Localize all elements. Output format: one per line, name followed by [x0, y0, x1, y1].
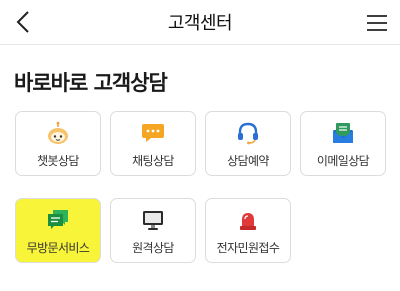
- monitor-icon: [143, 211, 163, 230]
- tile-reservation[interactable]: 상담예약: [205, 111, 291, 176]
- tile-e-complaint[interactable]: 전자민원접수: [205, 198, 291, 263]
- chat-bubble-icon: [142, 124, 164, 142]
- tile-label: 전자민원접수: [216, 241, 280, 255]
- siren-icon: [240, 213, 256, 230]
- chatbot-icon: [48, 121, 68, 144]
- tile-label: 무방문서비스: [26, 241, 90, 255]
- headset-icon: [238, 122, 258, 145]
- tile-label: 상담예약: [227, 154, 269, 168]
- email-icon: [333, 123, 353, 143]
- top-app-bar: 고객센터: [0, 0, 400, 44]
- tile-email[interactable]: 이메일상담: [300, 111, 386, 176]
- header-divider: [0, 44, 400, 45]
- message-icon: [48, 210, 68, 229]
- tile-remote[interactable]: 원격상담: [110, 198, 196, 263]
- page-title: 고객센터: [167, 13, 233, 34]
- menu-button[interactable]: [362, 8, 392, 38]
- tile-chat[interactable]: 채팅상담: [110, 111, 196, 176]
- section-title: 바로바로 고객상담: [14, 71, 168, 95]
- tile-label: 챗봇상담: [37, 154, 79, 168]
- tile-chatbot[interactable]: 챗봇상담: [15, 111, 101, 176]
- hamburger-menu-icon: [367, 15, 387, 31]
- tile-label: 이메일상담: [316, 154, 370, 168]
- tile-label: 원격상담: [132, 241, 174, 255]
- tile-no-visit-service[interactable]: 무방문서비스: [15, 198, 101, 263]
- tile-label: 채팅상담: [132, 154, 174, 168]
